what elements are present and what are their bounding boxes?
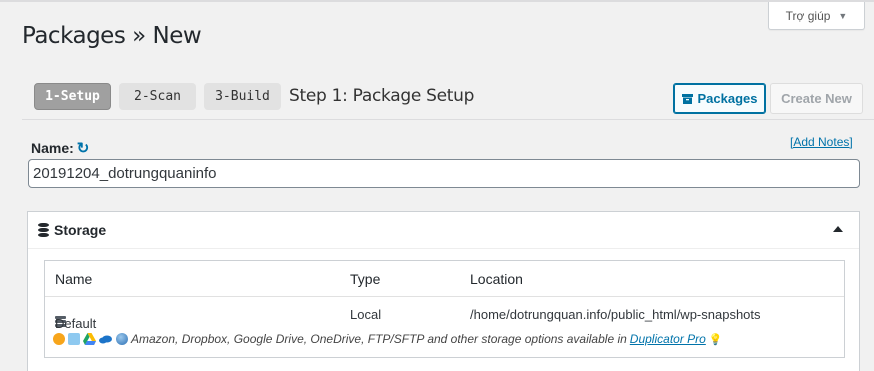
divider [22,119,874,120]
step-title: Step 1: Package Setup [289,86,475,106]
storage-location: /home/dotrungquan.info/public_html/wp-sn… [470,307,761,322]
table-header: Name Type Location [45,261,844,297]
database-icon [38,223,49,237]
storage-title: Storage [54,222,107,238]
column-header-name: Name [55,271,93,287]
packages-button[interactable]: Packages [673,83,766,114]
storage-name: Default [55,316,97,331]
amazon-icon [53,333,65,345]
storage-panel: Storage Name Type Location Default Local… [27,211,860,371]
storage-table: Name Type Location Default Local /home/d… [44,260,845,358]
package-name-input[interactable] [28,159,860,188]
storage-providers-note: Amazon, Dropbox, Google Drive, OneDrive,… [53,332,723,346]
google-drive-icon [83,333,96,345]
step-scan[interactable]: 2-Scan [119,83,196,110]
refresh-icon[interactable]: ↻ [77,139,90,157]
name-label-text: Name: [31,140,74,156]
onedrive-icon [99,335,112,344]
dropbox-icon [68,333,80,345]
help-tab-label: Trợ giúp [785,8,831,23]
archive-icon [681,93,693,104]
add-notes-link[interactable]: [Add Notes] [790,135,853,149]
caret-down-icon: ▼ [838,10,848,21]
duplicator-pro-link[interactable]: Duplicator Pro [630,332,706,346]
storage-panel-header[interactable]: Storage [28,212,859,249]
packages-button-label: Packages [697,91,758,106]
name-label: Name: ↻ [31,139,89,157]
storage-type: Local [350,307,382,322]
step-setup[interactable]: 1-Setup [34,83,111,110]
table-row: Default Local /home/dotrungquan.info/pub… [45,298,844,331]
collapse-arrow-icon[interactable] [833,226,843,232]
create-new-button[interactable]: Create New [770,83,863,114]
step-build[interactable]: 3-Build [204,83,281,110]
column-header-type: Type [350,271,381,287]
top-border [0,0,874,2]
globe-icon [116,333,128,345]
lightbulb-icon: 💡 [708,333,723,346]
page-title: Packages » New [22,23,202,49]
providers-text: Amazon, Dropbox, Google Drive, OneDrive,… [131,332,627,346]
column-header-location: Location [470,271,523,287]
help-tab-button[interactable]: Trợ giúp ▼ [768,2,865,30]
